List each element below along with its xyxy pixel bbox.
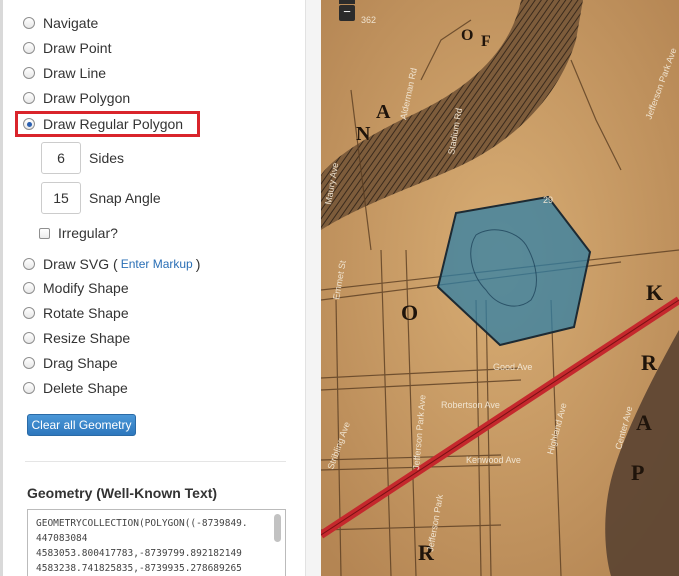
tool-draw-line-label: Draw Line	[43, 65, 107, 81]
route-29-label: 29	[543, 195, 553, 205]
svg-text:K: K	[646, 280, 663, 305]
draw-svg-close-paren: )	[195, 256, 201, 272]
svg-text:N: N	[356, 123, 371, 145]
tool-modify-shape[interactable]: Modify Shape	[23, 278, 129, 298]
wkt-line: 4583238.741825835,-8739935.278689265	[36, 563, 242, 574]
tool-draw-regular-polygon[interactable]: Draw Regular Polygon	[23, 114, 183, 134]
geometry-title: Geometry (Well-Known Text)	[27, 485, 218, 501]
tool-modify-shape-label: Modify Shape	[43, 280, 129, 296]
irregular-option[interactable]: Irregular?	[39, 223, 118, 243]
tool-draw-polygon-label: Draw Polygon	[43, 90, 131, 106]
wkt-textarea[interactable]: GEOMETRYCOLLECTION(POLYGON((-8739849. 447…	[27, 509, 286, 576]
radio-draw-point[interactable]	[23, 42, 35, 54]
section-divider	[25, 461, 286, 462]
tools-panel: Navigate Draw Point Draw Line Draw Polyg…	[3, 0, 305, 576]
tool-draw-line[interactable]: Draw Line	[23, 63, 106, 83]
tool-delete-shape-label: Delete Shape	[43, 380, 128, 396]
tool-draw-point[interactable]: Draw Point	[23, 38, 111, 58]
zoom-out-button[interactable]: −	[339, 5, 355, 21]
radio-draw-line[interactable]	[23, 67, 35, 79]
map-view[interactable]: N A O F O K R A P R 362 Alderman Rd Stad…	[321, 0, 679, 576]
tool-draw-regular-polygon-label: Draw Regular Polygon	[43, 116, 184, 132]
wkt-line: 447083084	[36, 533, 88, 544]
tool-resize-shape-label: Resize Shape	[43, 330, 131, 346]
tool-rotate-shape[interactable]: Rotate Shape	[23, 303, 129, 323]
radio-rotate-shape[interactable]	[23, 307, 35, 319]
svg-text:R: R	[641, 350, 658, 375]
kenwood-ave-label: Kenwood Ave	[466, 455, 521, 465]
svg-text:F: F	[481, 33, 491, 50]
tool-rotate-shape-label: Rotate Shape	[43, 305, 129, 321]
clear-all-geometry-button[interactable]: Clear all Geometry	[27, 414, 136, 436]
enter-markup-link[interactable]: Enter Markup	[121, 257, 193, 271]
good-ave-label: Good Ave	[493, 362, 532, 372]
svg-text:A: A	[636, 410, 652, 435]
wkt-line: GEOMETRYCOLLECTION(POLYGON((-8739849.	[36, 518, 248, 529]
tool-draw-point-label: Draw Point	[43, 40, 112, 56]
tool-delete-shape[interactable]: Delete Shape	[23, 378, 128, 398]
wkt-text: GEOMETRYCOLLECTION(POLYGON((-8739849. 447…	[36, 516, 264, 576]
sides-label: Sides	[89, 150, 125, 166]
radio-draw-regular-polygon[interactable]	[23, 118, 35, 130]
radio-resize-shape[interactable]	[23, 332, 35, 344]
radio-draw-svg[interactable]	[23, 258, 35, 270]
tool-drag-shape-label: Drag Shape	[43, 355, 118, 371]
svg-text:A: A	[376, 101, 391, 123]
radio-delete-shape[interactable]	[23, 382, 35, 394]
sides-input[interactable]: 6	[41, 142, 81, 174]
tool-draw-svg-label: Draw SVG (	[43, 256, 118, 272]
snap-angle-input[interactable]: 15	[41, 182, 81, 214]
radio-draw-polygon[interactable]	[23, 92, 35, 104]
tool-navigate-label: Navigate	[43, 15, 99, 31]
radio-drag-shape[interactable]	[23, 357, 35, 369]
robertson-ave-label: Robertson Ave	[441, 400, 500, 410]
route-362-label: 362	[361, 15, 376, 25]
svg-text:O: O	[461, 27, 473, 44]
wkt-scrollbar-thumb[interactable]	[274, 514, 281, 542]
irregular-checkbox[interactable]	[39, 227, 50, 239]
tool-draw-svg[interactable]: Draw SVG ( Enter Markup )	[23, 254, 200, 274]
svg-text:P: P	[631, 460, 644, 485]
tool-draw-polygon[interactable]: Draw Polygon	[23, 88, 130, 108]
tool-drag-shape[interactable]: Drag Shape	[23, 353, 118, 373]
radio-modify-shape[interactable]	[23, 282, 35, 294]
radio-navigate[interactable]	[23, 17, 35, 29]
irregular-label: Irregular?	[58, 225, 118, 241]
historic-map-canvas: N A O F O K R A P R 362 Alderman Rd Stad…	[321, 0, 679, 576]
wkt-line: 4583053.800417783,-8739799.892182149	[36, 548, 242, 559]
snap-angle-label: Snap Angle	[89, 190, 161, 206]
tool-navigate[interactable]: Navigate	[23, 13, 98, 33]
svg-text:O: O	[401, 300, 418, 325]
panel-scrollbar[interactable]	[305, 0, 322, 576]
tool-resize-shape[interactable]: Resize Shape	[23, 328, 130, 348]
